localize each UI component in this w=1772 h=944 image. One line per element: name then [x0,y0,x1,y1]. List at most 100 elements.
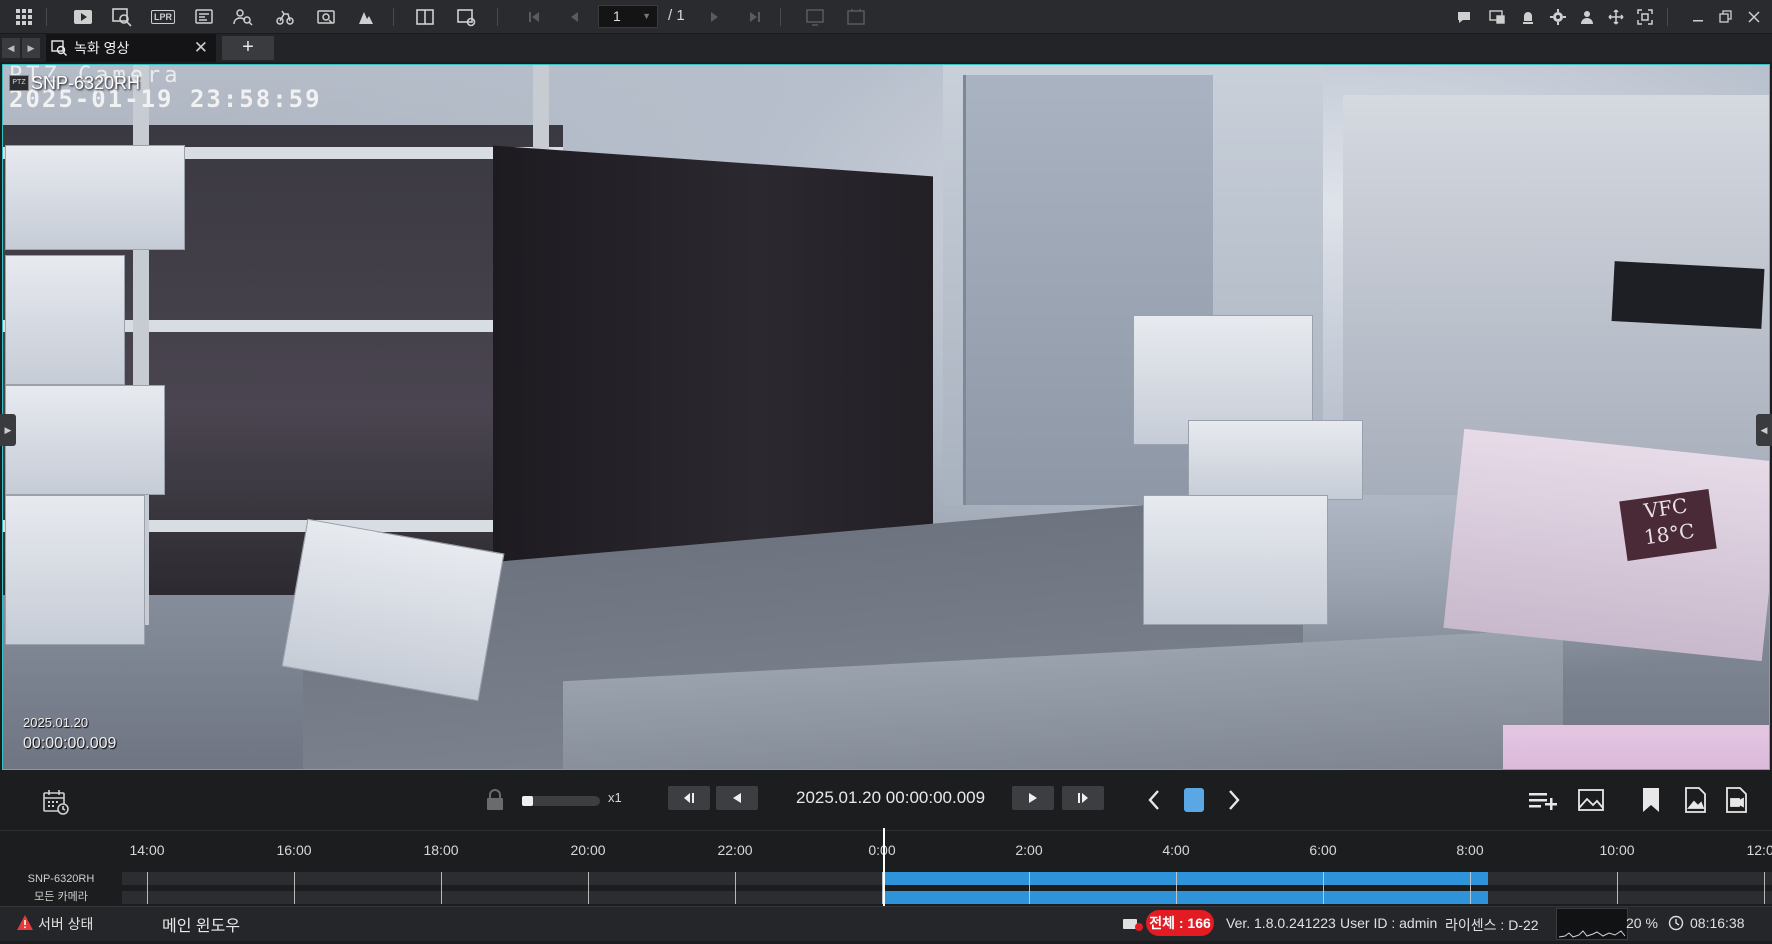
first-page-icon[interactable] [522,5,546,29]
add-playlist-icon[interactable] [1528,786,1558,814]
alarm-icon[interactable] [1516,5,1540,29]
toolbar-separator [46,8,47,26]
user-id-text: User ID : admin [1340,915,1438,931]
restore-icon[interactable] [1714,5,1738,29]
add-view-icon[interactable] [454,5,478,29]
speed-label: x1 [608,790,622,805]
close-icon[interactable] [1742,5,1766,29]
ptz-badge-icon: PTZ [9,75,29,91]
export-image-icon[interactable] [1680,786,1710,814]
timeline-tick-label: 10:00 [1599,842,1635,858]
prev-page-icon[interactable] [562,5,586,29]
timeline-tick-label: 22:00 [717,842,753,858]
camera-name: SNP-6320RH [31,73,141,93]
version-text: Ver. 1.8.0.241223 [1226,915,1336,931]
play-button[interactable] [1012,786,1054,810]
warning-icon [16,914,34,932]
tab-label: 녹화 영상 [74,40,130,56]
left-panel-toggle-icon[interactable]: ▶ [0,414,16,446]
lpr-icon[interactable]: LPR [151,5,175,29]
license-text: 라이센스 : D-22 [1445,917,1539,933]
sequence-icon[interactable] [803,5,827,29]
timeline-gridline [441,872,442,904]
next-page-icon[interactable] [703,5,727,29]
current-time: 2025.01.20 00:00:00.009 [796,788,986,807]
chevron-down-icon: ▼ [642,11,651,21]
chat-icon[interactable] [1452,5,1476,29]
play-icon [1029,793,1037,803]
recorded-segment[interactable] [882,872,1489,885]
video-viewport[interactable]: VFC 18°C PTZ Camera 2025-01-19 23:58:59 … [2,64,1770,770]
event-icon[interactable] [354,5,378,29]
image-icon[interactable] [1576,786,1606,814]
add-tab-button[interactable]: + [222,36,274,60]
event-total-badge[interactable]: 전체 : 166 [1146,910,1214,936]
user-icon[interactable] [1575,5,1599,29]
playhead-cursor[interactable] [883,828,885,906]
step-back-button[interactable] [668,786,710,810]
face-search-icon[interactable] [192,5,216,29]
tab-recorded-video[interactable]: 녹화 영상 ✕ [46,34,216,62]
fullscreen-icon[interactable] [1633,5,1657,29]
toolbar-separator [497,8,498,26]
timeline-gridline [1617,872,1618,904]
speed-slider-handle[interactable] [522,796,533,806]
step-forward-button[interactable] [1062,786,1104,810]
timeline-tick-label: 14:00 [129,842,165,858]
timeline-gridline [1323,872,1324,904]
timeline-tick-label: 6:00 [1309,842,1337,858]
timeline-tick-label: 8:00 [1456,842,1484,858]
timeline-gridline [147,872,148,904]
move-icon[interactable] [1604,5,1628,29]
close-tab-icon[interactable]: ✕ [194,34,208,62]
playback-icon[interactable] [71,5,95,29]
main-window-label[interactable]: 메인 윈도우 [162,912,240,936]
page-number-input[interactable]: 1 ▼ [598,5,658,28]
next-event-icon[interactable] [1222,786,1246,814]
search-icon[interactable] [110,5,134,29]
right-panel-toggle-icon[interactable]: ◀ [1756,414,1772,446]
timeline-gridline [294,872,295,904]
timeline-gridline [1764,872,1765,904]
clock-text: 08:16:38 [1690,915,1745,931]
vehicle-search-icon[interactable] [273,5,297,29]
calendar-icon[interactable] [42,788,70,816]
export-video-icon[interactable] [1722,786,1752,814]
timeline-gridline [735,872,736,904]
monitor-icon[interactable] [1485,5,1509,29]
timeline-tick-label: 20:00 [570,842,606,858]
recorded-segment[interactable] [882,891,1489,904]
playback-search-icon [51,40,67,56]
server-status[interactable]: 서버 상태 [38,914,93,934]
tab-scroll-left-icon[interactable]: ◀ [2,38,20,58]
event-list-icon[interactable] [1122,916,1144,932]
track-label-all-cameras: 모든 카메라 [0,889,122,905]
osd-date: 2025.01.20 [23,715,89,730]
tab-scroll-right-icon[interactable]: ▶ [22,38,40,58]
track-label-camera: SNP-6320RH [0,871,122,887]
play-reverse-icon [733,793,741,803]
event-marker-button[interactable] [1184,788,1204,812]
timeline-gridline [1029,872,1030,904]
grid-icon[interactable] [12,5,36,29]
person-search-icon[interactable] [231,5,255,29]
play-reverse-button[interactable] [716,786,758,810]
cpu-graph [1556,908,1628,940]
page-total: / 1 [668,7,685,24]
timeline-tick-label: 18:00 [423,842,459,858]
minimize-icon[interactable] [1686,5,1710,29]
speed-slider[interactable] [522,796,600,806]
settings-icon[interactable] [1546,5,1570,29]
toolbar-separator [393,8,394,26]
bookmark-icon[interactable] [1636,786,1666,814]
step-back-icon [684,793,694,803]
toolbar-separator [780,8,781,26]
prev-event-icon[interactable] [1142,786,1166,814]
last-page-icon[interactable] [743,5,767,29]
lock-icon[interactable] [484,788,506,812]
layout-icon[interactable] [413,5,437,29]
snapshot-icon[interactable] [844,5,868,29]
analytics-icon[interactable] [314,5,338,29]
timeline-tick-label: 0:00 [868,842,896,858]
step-forward-icon [1078,793,1088,803]
